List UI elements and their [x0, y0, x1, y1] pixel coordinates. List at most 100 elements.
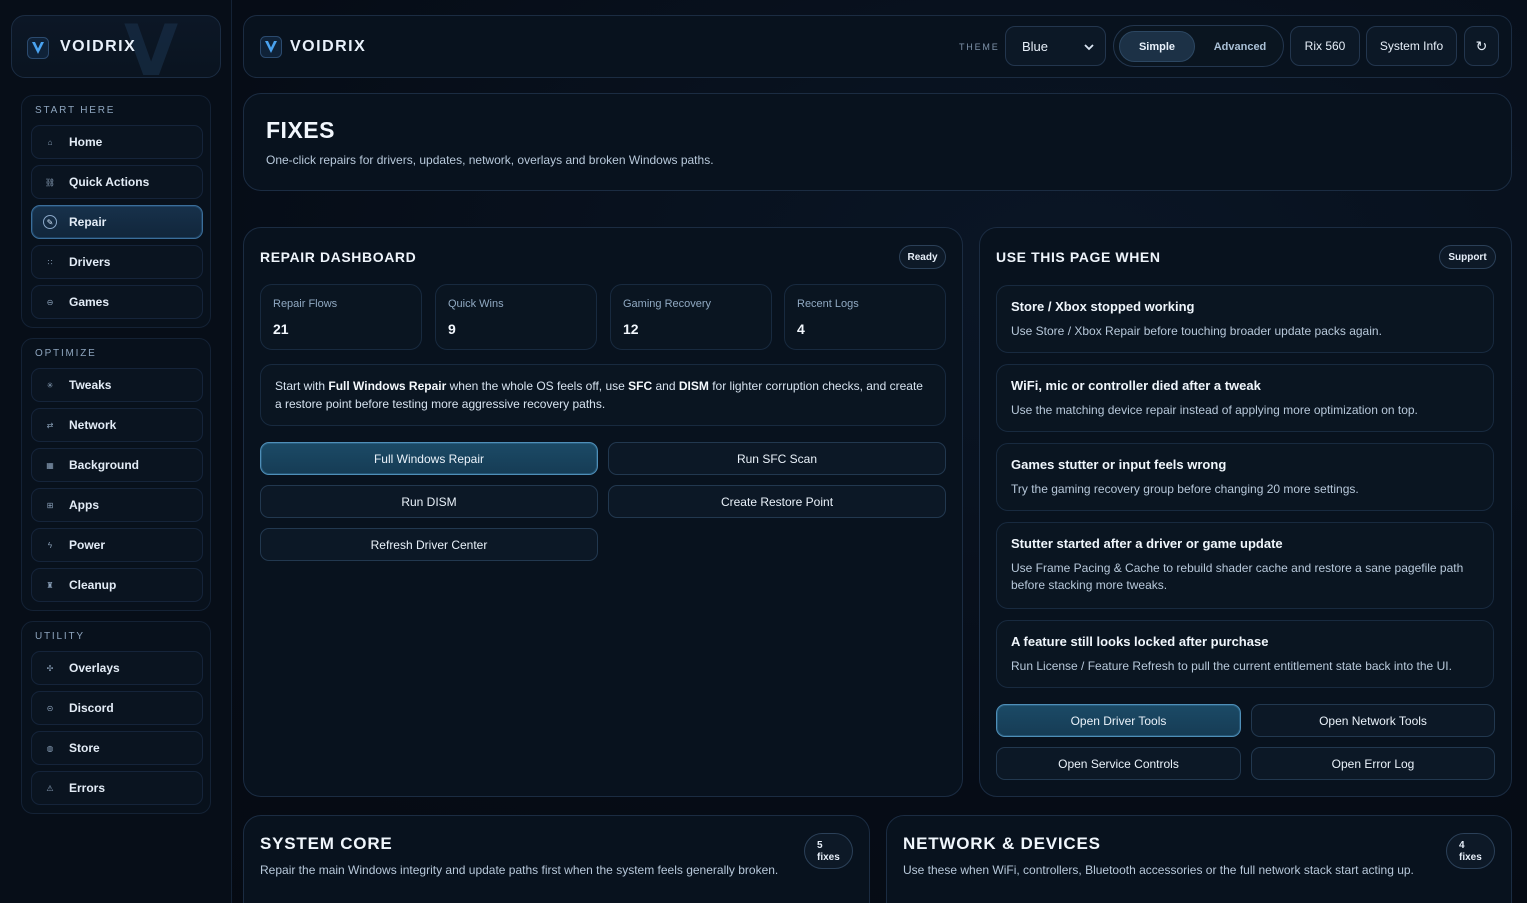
store-icon: ◍ — [46, 743, 54, 753]
sidebar-item-apps[interactable]: ⊞ Apps — [31, 488, 203, 522]
system-info-button[interactable]: System Info — [1366, 26, 1457, 66]
note-highlight: SFC — [628, 379, 653, 393]
use-this-page-when-panel: USE THIS PAGE WHEN Support Store / Xbox … — [979, 227, 1512, 797]
refresh-icon: ↻ — [1475, 37, 1488, 54]
fix-count-label: fixes — [817, 852, 840, 863]
stat-recent-logs: Recent Logs 4 — [784, 284, 946, 350]
fix-count: 4 — [1459, 840, 1465, 851]
stat-label: Recent Logs — [797, 298, 859, 310]
panel-title: USE THIS PAGE WHEN — [996, 249, 1161, 265]
when-item: A feature still looks locked after purch… — [996, 620, 1494, 688]
page-subtitle: One-click repairs for drivers, updates, … — [266, 153, 714, 167]
theme-select[interactable]: Blue — [1005, 26, 1106, 66]
stat-value: 21 — [273, 321, 289, 337]
sidebar-item-label: Repair — [69, 215, 107, 229]
sidebar-item-background[interactable]: ▦ Background — [31, 448, 203, 482]
create-restore-point-button[interactable]: Create Restore Point — [608, 485, 946, 518]
sidebar-item-label: Network — [69, 418, 117, 432]
repair-guidance-note: Start with Full Windows Repair when the … — [260, 364, 946, 426]
link-icon: ⛓ — [44, 177, 56, 187]
system-core-section: SYSTEM CORE Repair the main Windows inte… — [243, 815, 870, 903]
section-desc: Repair the main Windows integrity and up… — [260, 863, 779, 877]
nav-group-start-here: START HERE ⌂ Home ⛓ Quick Actions ✎ Repa… — [21, 95, 211, 328]
stat-value: 4 — [797, 321, 805, 337]
sidebar-item-tweaks[interactable]: ✳ Tweaks — [31, 368, 203, 402]
fix-count-badge: 4 fixes — [1446, 833, 1495, 869]
sidebar-item-store[interactable]: ◍ Store — [31, 731, 203, 765]
gamepad-icon: ⊖ — [46, 297, 54, 307]
sidebar-brand[interactable]: V VOIDRIX — [11, 15, 221, 78]
theme-select-value: Blue — [1022, 38, 1049, 54]
refresh-button[interactable]: ↻ — [1464, 26, 1499, 66]
sidebar-item-label: Cleanup — [69, 578, 117, 592]
full-windows-repair-button[interactable]: Full Windows Repair — [260, 442, 598, 475]
repair-dashboard-panel: REPAIR DASHBOARD Ready Repair Flows 21 Q… — [243, 227, 963, 797]
nav-group-utility: UTILITY ✣ Overlays ⊝ Discord ◍ Store ⚠ E… — [21, 621, 211, 814]
warning-icon: ⚠ — [46, 783, 54, 793]
when-item-desc: Use Frame Pacing & Cache to rebuild shad… — [1011, 561, 1464, 592]
sidebar-item-label: Background — [69, 458, 140, 472]
when-item: WiFi, mic or controller died after a twe… — [996, 364, 1494, 432]
stat-value: 12 — [623, 321, 639, 337]
voidrix-logo-icon — [260, 36, 282, 58]
nav-group-title: OPTIMIZE — [35, 348, 97, 359]
open-network-tools-button[interactable]: Open Network Tools — [1251, 704, 1495, 737]
mode-simple-button[interactable]: Simple — [1119, 31, 1195, 62]
sidebar-item-power[interactable]: ϟ Power — [31, 528, 203, 562]
when-item-title: Stutter started after a driver or game u… — [1011, 536, 1283, 551]
stat-gaming-recovery: Gaming Recovery 12 — [610, 284, 772, 350]
sidebar-item-label: Overlays — [69, 661, 120, 675]
brand-name: VOIDRIX — [60, 38, 137, 55]
sidebar-item-quick-actions[interactable]: ⛓ Quick Actions — [31, 165, 203, 199]
note-highlight: DISM — [678, 379, 709, 393]
sidebar-item-label: Discord — [69, 701, 114, 715]
stat-label: Quick Wins — [448, 298, 504, 310]
chevron-down-icon — [1084, 44, 1094, 51]
open-error-log-button[interactable]: Open Error Log — [1251, 747, 1495, 780]
sidebar-item-repair[interactable]: ✎ Repair — [31, 205, 203, 239]
sidebar-item-network[interactable]: ⇄ Network — [31, 408, 203, 442]
sidebar-item-overlays[interactable]: ✣ Overlays — [31, 651, 203, 685]
voidrix-logo-icon — [27, 37, 49, 59]
stat-quick-wins: Quick Wins 9 — [435, 284, 597, 350]
sidebar: V VOIDRIX START HERE ⌂ Home ⛓ Quick Acti… — [0, 0, 232, 903]
run-sfc-scan-button[interactable]: Run SFC Scan — [608, 442, 946, 475]
overlay-icon: ✣ — [46, 663, 54, 673]
fix-count-badge: 5 fixes — [804, 833, 853, 869]
sidebar-item-errors[interactable]: ⚠ Errors — [31, 771, 203, 805]
lightning-icon: ϟ — [47, 540, 53, 550]
status-badge: Ready — [899, 245, 946, 269]
home-icon: ⌂ — [47, 137, 53, 147]
refresh-driver-center-button[interactable]: Refresh Driver Center — [260, 528, 598, 561]
panel-title: REPAIR DASHBOARD — [260, 249, 417, 265]
when-item-desc: Use the matching device repair instead o… — [1011, 403, 1418, 417]
note-highlight: Full Windows Repair — [328, 379, 447, 393]
note-text: when the whole OS feels off, use — [446, 379, 629, 393]
rix-balance-button[interactable]: Rix 560 — [1290, 26, 1360, 66]
nav-group-title: UTILITY — [35, 631, 85, 642]
sidebar-item-home[interactable]: ⌂ Home — [31, 125, 203, 159]
open-service-controls-button[interactable]: Open Service Controls — [996, 747, 1241, 780]
sidebar-item-games[interactable]: ⊖ Games — [31, 285, 203, 319]
stat-repair-flows: Repair Flows 21 — [260, 284, 422, 350]
sparkle-icon: ✳ — [46, 380, 54, 390]
apps-icon: ⊞ — [46, 500, 54, 510]
app-window: V VOIDRIX START HERE ⌂ Home ⛓ Quick Acti… — [0, 0, 1527, 903]
stat-value: 9 — [448, 321, 456, 337]
when-item-title: A feature still looks locked after purch… — [1011, 634, 1269, 649]
stat-label: Repair Flows — [273, 298, 338, 310]
nav-group-optimize: OPTIMIZE ✳ Tweaks ⇄ Network ▦ Background… — [21, 338, 211, 611]
when-item: Games stutter or input feels wrong Try t… — [996, 443, 1494, 511]
run-dism-button[interactable]: Run DISM — [260, 485, 598, 518]
sidebar-item-drivers[interactable]: ∷ Drivers — [31, 245, 203, 279]
when-item: Store / Xbox stopped working Use Store /… — [996, 285, 1494, 353]
sidebar-item-cleanup[interactable]: ♜ Cleanup — [31, 568, 203, 602]
open-driver-tools-button[interactable]: Open Driver Tools — [996, 704, 1241, 737]
fix-count-label: fixes — [1459, 852, 1482, 863]
sidebar-item-label: Drivers — [69, 255, 111, 269]
support-badge: Support — [1439, 245, 1496, 269]
sidebar-item-discord[interactable]: ⊝ Discord — [31, 691, 203, 725]
sidebar-item-label: Games — [69, 295, 110, 309]
mode-advanced-button[interactable]: Advanced — [1200, 31, 1280, 62]
when-item: Stutter started after a driver or game u… — [996, 522, 1494, 609]
